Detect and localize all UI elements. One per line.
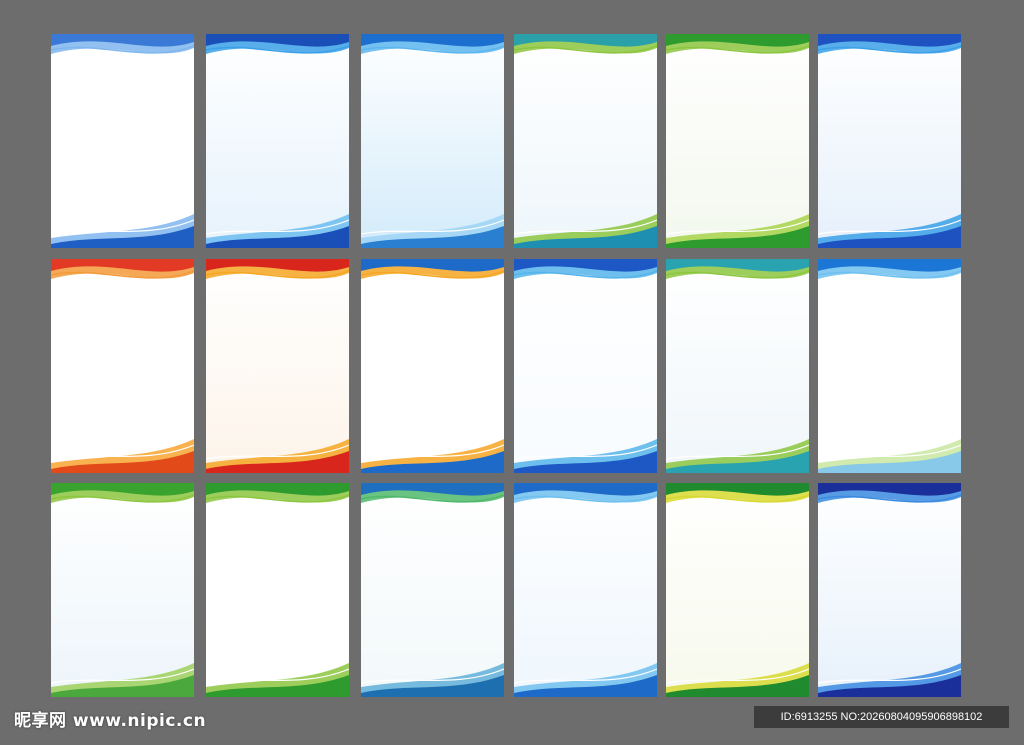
template-card[interactable] — [818, 34, 961, 248]
card-background — [666, 34, 809, 248]
template-art — [361, 483, 504, 697]
template-art — [666, 259, 809, 473]
card-background — [206, 259, 349, 473]
template-art — [514, 34, 657, 248]
template-art — [818, 34, 961, 248]
card-background — [818, 259, 961, 473]
card-background — [666, 259, 809, 473]
template-card[interactable] — [361, 34, 504, 248]
template-card[interactable] — [514, 259, 657, 473]
template-art — [666, 483, 809, 697]
template-card[interactable] — [514, 483, 657, 697]
template-art — [51, 483, 194, 697]
template-card[interactable] — [206, 34, 349, 248]
card-background — [361, 483, 504, 697]
card-background — [818, 34, 961, 248]
template-card[interactable] — [206, 483, 349, 697]
template-card[interactable] — [51, 483, 194, 697]
template-art — [514, 259, 657, 473]
card-background — [818, 483, 961, 697]
card-background — [361, 34, 504, 248]
template-card[interactable] — [666, 259, 809, 473]
template-art — [51, 34, 194, 248]
template-art — [51, 259, 194, 473]
card-background — [514, 259, 657, 473]
card-background — [514, 483, 657, 697]
card-background — [361, 259, 504, 473]
template-grid — [0, 0, 1024, 745]
card-background — [51, 34, 194, 248]
template-card[interactable] — [818, 259, 961, 473]
template-card[interactable] — [666, 34, 809, 248]
template-card[interactable] — [51, 259, 194, 473]
image-id-label: ID:6913255 NO:20260804095906898102 — [754, 706, 1009, 728]
template-card[interactable] — [818, 483, 961, 697]
template-card[interactable] — [361, 483, 504, 697]
template-art — [206, 259, 349, 473]
template-card[interactable] — [666, 483, 809, 697]
template-art — [818, 483, 961, 697]
template-card[interactable] — [206, 259, 349, 473]
template-card[interactable] — [514, 34, 657, 248]
template-art — [361, 34, 504, 248]
card-background — [51, 483, 194, 697]
template-card[interactable] — [361, 259, 504, 473]
site-watermark: 昵享网 www.nipic.cn — [14, 711, 207, 731]
card-background — [514, 34, 657, 248]
card-background — [666, 483, 809, 697]
template-art — [206, 483, 349, 697]
template-art — [206, 34, 349, 248]
card-background — [51, 259, 194, 473]
template-art — [666, 34, 809, 248]
card-background — [206, 34, 349, 248]
template-art — [361, 259, 504, 473]
template-art — [818, 259, 961, 473]
template-art — [514, 483, 657, 697]
card-background — [206, 483, 349, 697]
template-card[interactable] — [51, 34, 194, 248]
